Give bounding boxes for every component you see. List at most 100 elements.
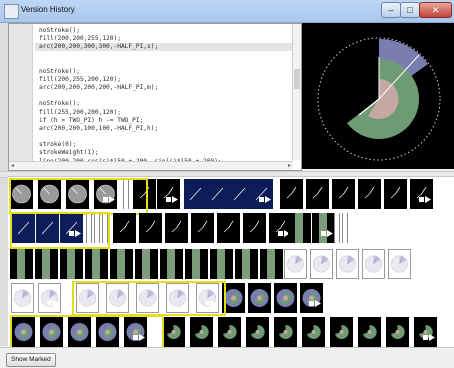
version-thumbnail[interactable]	[250, 179, 273, 209]
version-strip[interactable]	[8, 213, 454, 243]
version-thumbnail[interactable]	[10, 179, 33, 209]
code-line[interactable]: noStroke();	[39, 27, 80, 34]
maximize-button[interactable]: □	[400, 2, 420, 18]
code-line[interactable]: arc(200,200,100,100,-HALF_PI,h);	[39, 125, 158, 132]
version-thumbnail[interactable]	[300, 283, 323, 313]
version-thumbnail[interactable]	[246, 317, 269, 347]
show-marked-button[interactable]: Show Marked	[6, 353, 56, 367]
version-thumbnail[interactable]	[139, 213, 162, 243]
version-thumbnail[interactable]	[157, 179, 180, 209]
version-thumbnail[interactable]	[60, 213, 83, 243]
code-line[interactable]: arc(200,200,200,200,-HALF_PI,m);	[39, 84, 158, 91]
version-thumbnail[interactable]	[243, 213, 266, 243]
version-thumbnail[interactable]	[10, 249, 33, 279]
version-thumbnail[interactable]	[414, 317, 437, 347]
code-line[interactable]: fill(255,200,200,120);	[39, 109, 121, 116]
version-thumbnail[interactable]	[12, 317, 35, 347]
code-line[interactable]: noStroke();	[39, 68, 80, 75]
version-thumbnail[interactable]	[165, 213, 188, 243]
code-vertical-scrollbar[interactable]	[292, 24, 301, 160]
version-thumbnail[interactable]	[113, 213, 136, 243]
version-thumbnail[interactable]	[35, 249, 58, 279]
version-strip[interactable]	[8, 317, 454, 347]
code-line[interactable]: fill(200,255,200,120);	[39, 76, 121, 83]
code-line[interactable]: if (h > TWO_PI) h -= TWO_PI;	[39, 117, 143, 124]
version-thumbnail[interactable]	[248, 283, 271, 313]
version-thumbnail[interactable]	[96, 317, 119, 347]
version-thumbnail[interactable]	[330, 317, 353, 347]
code-line[interactable]: arc(200,200,300,300,-HALF_PI,s);	[35, 43, 296, 52]
version-thumbnail[interactable]	[222, 283, 245, 313]
version-thumbnail[interactable]	[310, 249, 333, 279]
version-thumbnail[interactable]	[191, 213, 214, 243]
version-thumbnail[interactable]	[288, 213, 311, 243]
line-gutter	[9, 24, 33, 170]
version-thumbnail[interactable]	[358, 179, 381, 209]
code-line[interactable]: noStroke();	[39, 100, 80, 107]
version-thumbnail[interactable]	[38, 179, 61, 209]
version-thumbnail[interactable]	[166, 283, 189, 313]
version-thumbnail[interactable]	[362, 249, 385, 279]
code-horizontal-scrollbar[interactable]: ◂ ▸	[9, 161, 293, 170]
version-thumbnail[interactable]	[160, 249, 183, 279]
version-thumbnail[interactable]	[106, 283, 129, 313]
version-thumbnail[interactable]	[68, 317, 91, 347]
version-thumbnail[interactable]	[196, 283, 219, 313]
version-thumbnail[interactable]	[36, 213, 59, 243]
version-thumbnail[interactable]	[217, 213, 240, 243]
version-thumbnail[interactable]	[410, 179, 433, 209]
version-thumbnail[interactable]	[76, 283, 99, 313]
version-thumbnail[interactable]	[136, 283, 159, 313]
close-button[interactable]: ✕	[419, 2, 452, 18]
version-thumbnail[interactable]	[110, 249, 133, 279]
version-thumbnail[interactable]	[280, 179, 303, 209]
code-line[interactable]: stroke(0);	[39, 141, 76, 148]
version-thumbnail[interactable]	[386, 317, 409, 347]
code-line[interactable]: fill(200,200,255,120);	[39, 35, 121, 42]
version-thumbnail[interactable]	[336, 249, 359, 279]
version-thumbnail[interactable]	[235, 249, 258, 279]
version-thumbnail[interactable]	[60, 249, 83, 279]
version-thumbnail[interactable]	[11, 283, 34, 313]
version-thumbnail[interactable]	[228, 179, 251, 209]
version-thumbnail[interactable]	[135, 249, 158, 279]
version-thumbnail[interactable]	[85, 249, 108, 279]
version-strip[interactable]	[8, 283, 454, 313]
version-thumbnail[interactable]	[184, 179, 207, 209]
version-strip[interactable]	[8, 179, 454, 209]
version-thumbnail[interactable]	[302, 317, 325, 347]
version-thumbnail[interactable]	[12, 213, 35, 243]
version-history-panel[interactable]	[8, 176, 454, 352]
strip-separator	[94, 213, 100, 243]
version-thumbnail[interactable]	[210, 249, 233, 279]
version-thumbnail[interactable]	[284, 249, 307, 279]
version-thumbnail[interactable]	[306, 179, 329, 209]
version-thumbnail[interactable]	[162, 317, 185, 347]
code-editor[interactable]: noStroke(); fill(200,200,255,120); arc(2…	[8, 23, 302, 171]
version-thumbnail[interactable]	[124, 317, 147, 347]
version-thumbnail[interactable]	[206, 179, 229, 209]
code-vertical-scroll-thumb[interactable]	[294, 69, 300, 89]
version-thumbnail[interactable]	[312, 213, 335, 243]
version-strip[interactable]	[8, 249, 454, 279]
version-thumbnail[interactable]	[358, 317, 381, 347]
version-thumbnail[interactable]	[260, 249, 283, 279]
version-thumbnail[interactable]	[66, 179, 89, 209]
scroll-right-arrow-icon[interactable]: ▸	[288, 162, 291, 169]
version-thumbnail[interactable]	[185, 249, 208, 279]
version-thumbnail[interactable]	[94, 179, 117, 209]
version-thumbnail[interactable]	[38, 283, 61, 313]
version-thumbnail[interactable]	[388, 249, 411, 279]
version-thumbnail[interactable]	[274, 283, 297, 313]
code-line[interactable]: strokeWeight(1);	[39, 149, 99, 156]
version-thumbnail[interactable]	[218, 317, 241, 347]
version-thumbnail[interactable]	[133, 179, 156, 209]
scroll-left-arrow-icon[interactable]: ◂	[11, 162, 14, 169]
version-thumbnail[interactable]	[332, 179, 355, 209]
code-text[interactable]: noStroke(); fill(200,200,255,120); arc(2…	[35, 27, 296, 166]
version-thumbnail[interactable]	[190, 317, 213, 347]
version-thumbnail[interactable]	[274, 317, 297, 347]
version-thumbnail[interactable]	[40, 317, 63, 347]
version-thumbnail[interactable]	[384, 179, 407, 209]
minimize-button[interactable]: –	[381, 2, 401, 18]
